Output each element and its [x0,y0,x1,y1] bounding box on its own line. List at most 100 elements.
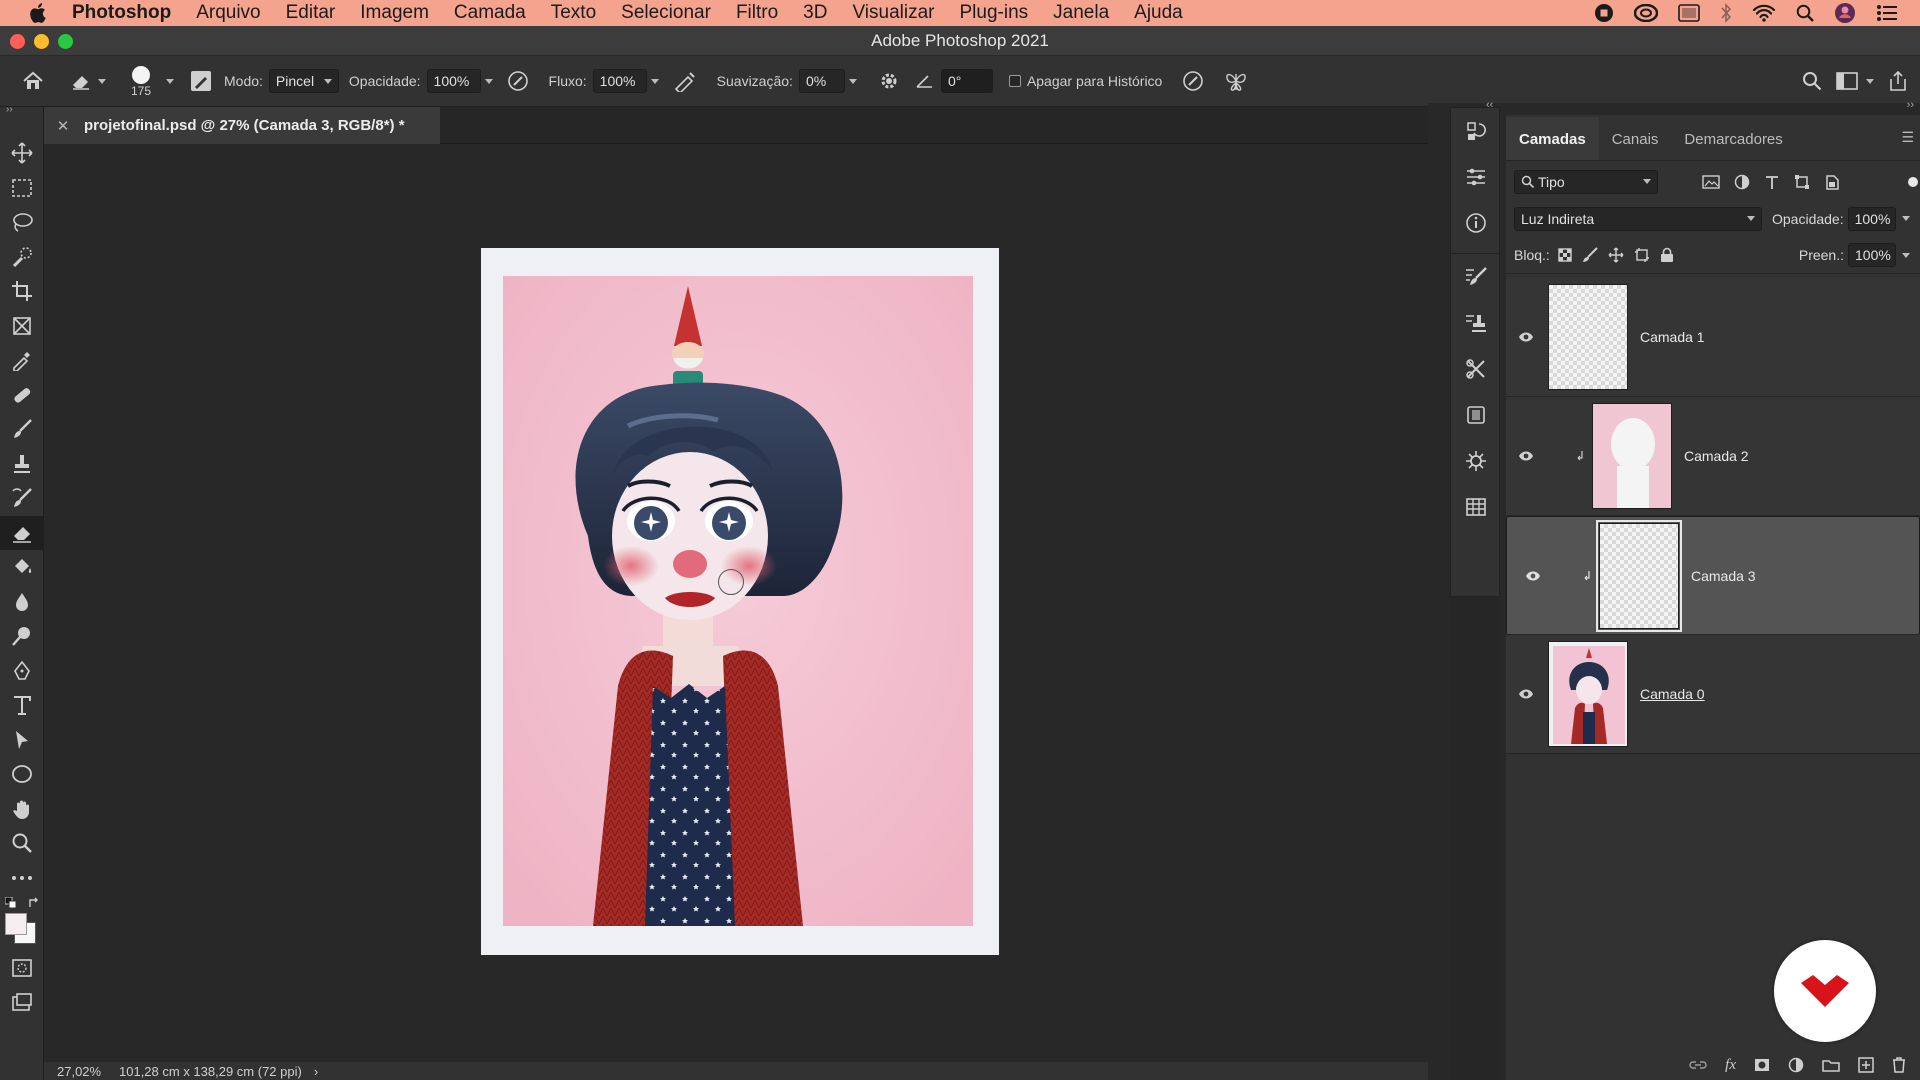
wifi-icon[interactable] [1752,4,1776,22]
marquee-tool-icon[interactable] [0,171,44,206]
toolbar-collapse-icon[interactable]: ›› [0,104,43,116]
fill-input[interactable]: 100% [1848,243,1896,267]
delete-layer-trash-icon[interactable] [1892,1057,1906,1073]
panel-menu-icon[interactable]: ☰ [1901,129,1914,160]
lock-artboard-icon[interactable] [1634,247,1650,263]
tab-demarcadores[interactable]: Demarcadores [1671,131,1795,160]
menu-editar[interactable]: Editar [286,2,336,24]
spotlight-search-icon[interactable] [1796,4,1814,22]
lock-transparency-icon[interactable] [1558,248,1572,262]
tool-presets-panel-icon[interactable] [1451,346,1501,392]
erase-history-checkbox[interactable] [1008,75,1021,87]
blur-tool-icon[interactable] [0,585,44,620]
brush-settings-panel-icon[interactable] [1451,254,1501,300]
status-chevron-icon[interactable]: › [314,1064,318,1079]
eraser-tool-preset[interactable] [70,71,106,91]
new-layer-icon[interactable] [1858,1057,1874,1073]
visibility-eye-icon[interactable] [1506,450,1546,462]
workspace-chevron-icon[interactable] [1866,78,1874,84]
control-center-icon[interactable] [1876,4,1898,22]
symmetry-butterfly-icon[interactable] [1224,70,1248,92]
creative-cloud-icon[interactable] [1634,4,1658,22]
layer-opacity-chevron-icon[interactable] [1901,216,1910,221]
menu-3d[interactable]: 3D [803,2,827,24]
smoothing-settings-gear-icon[interactable] [879,71,899,91]
visibility-eye-icon[interactable] [1513,570,1553,582]
path-selection-tool-icon[interactable] [0,723,44,758]
smoothing-slider-chevron-icon[interactable] [848,78,857,84]
type-tool-icon[interactable] [0,688,44,723]
libraries-panel-icon[interactable] [1451,392,1501,438]
layer-row[interactable]: Camada 2 [1506,397,1920,516]
screen-mode-icon[interactable] [0,986,44,1021]
lock-pixels-icon[interactable] [1582,247,1598,263]
menu-plugins[interactable]: Plug-ins [960,2,1029,24]
default-colors-icon[interactable] [5,897,17,909]
close-tab-icon[interactable]: ✕ [52,117,74,135]
frame-tool-icon[interactable] [0,309,44,344]
fill-chevron-icon[interactable] [1902,252,1910,258]
lock-all-icon[interactable] [1660,247,1674,263]
document-tab-projetofinal[interactable]: ✕ projetofinal.psd @ 27% (Camada 3, RGB/… [44,107,440,144]
search-icon[interactable] [1802,71,1822,91]
workspace-layout-icon[interactable] [1836,71,1858,91]
opacity-input[interactable]: 100% [426,69,481,93]
healing-brush-tool-icon[interactable] [0,378,44,413]
adjustment-layer-filter-icon[interactable] [1734,174,1750,190]
brush-size-picker[interactable]: 175 [130,65,152,98]
adjustments-panel-icon[interactable] [1451,154,1501,200]
menu-visualizar[interactable]: Visualizar [852,2,934,24]
smart-object-filter-icon[interactable] [1824,174,1840,190]
bluetooth-icon[interactable] [1720,3,1732,23]
layer-name[interactable]: Camada 3 [1691,568,1756,584]
zoom-window-button[interactable] [58,34,73,49]
opacity-slider-chevron-icon[interactable] [484,78,493,84]
dodge-tool-icon[interactable] [0,619,44,654]
menu-filtro[interactable]: Filtro [736,2,778,24]
layer-opacity-input[interactable]: 100% [1847,206,1896,231]
zoom-level[interactable]: 27,02% [57,1064,119,1079]
foreground-color-swatch[interactable] [5,913,27,935]
share-icon[interactable] [1888,70,1908,92]
eyedropper-tool-icon[interactable] [0,343,44,378]
layer-name[interactable]: Camada 2 [1684,448,1749,464]
lasso-tool-icon[interactable] [0,205,44,240]
link-layers-icon[interactable] [1689,1059,1707,1071]
hand-tool-icon[interactable] [0,792,44,827]
menu-app-name[interactable]: Photoshop [72,2,171,24]
menu-janela[interactable]: Janela [1053,2,1109,24]
eraser-tool-icon[interactable] [0,515,44,550]
swatches-grid-panel-icon[interactable] [1451,484,1501,530]
menu-imagem[interactable]: Imagem [360,2,429,24]
edit-toolbar-icon[interactable] [0,861,44,896]
smoothing-input[interactable]: 0% [798,69,845,93]
brush-settings-icon[interactable] [190,70,212,92]
user-avatar-icon[interactable] [1834,2,1856,24]
close-window-button[interactable] [10,34,25,49]
expand-panels-icon[interactable]: ›› [1907,99,1914,111]
flow-input[interactable]: 100% [592,69,647,93]
new-group-folder-icon[interactable] [1822,1058,1840,1072]
color-wheel-panel-icon[interactable] [1451,438,1501,484]
tab-camadas[interactable]: Camadas [1506,117,1599,160]
airbrush-icon[interactable] [673,70,697,92]
paint-bucket-tool-icon[interactable] [0,550,44,585]
layer-row[interactable]: Camada 0 [1506,635,1920,754]
menu-selecionar[interactable]: Selecionar [621,2,711,24]
new-adjustment-layer-icon[interactable] [1788,1057,1804,1073]
info-panel-icon[interactable] [1451,200,1501,246]
clone-stamp-tool-icon[interactable] [0,447,44,482]
crop-tool-icon[interactable] [0,274,44,309]
window-icon[interactable] [1678,4,1700,22]
brush-tool-icon[interactable] [0,412,44,447]
move-tool-icon[interactable] [0,136,44,171]
add-mask-icon[interactable] [1754,1058,1770,1072]
history-brush-tool-icon[interactable] [0,481,44,516]
pressure-size-icon[interactable] [1182,70,1204,92]
layer-effects-fx-icon[interactable]: fx [1725,1057,1736,1074]
layer-filter-select[interactable]: Tipo [1514,169,1658,194]
quick-selection-tool-icon[interactable] [0,240,44,275]
mode-select[interactable]: Pincel [268,69,339,93]
angle-input[interactable]: 0° [940,69,993,93]
layer-name[interactable]: Camada 1 [1640,329,1705,345]
